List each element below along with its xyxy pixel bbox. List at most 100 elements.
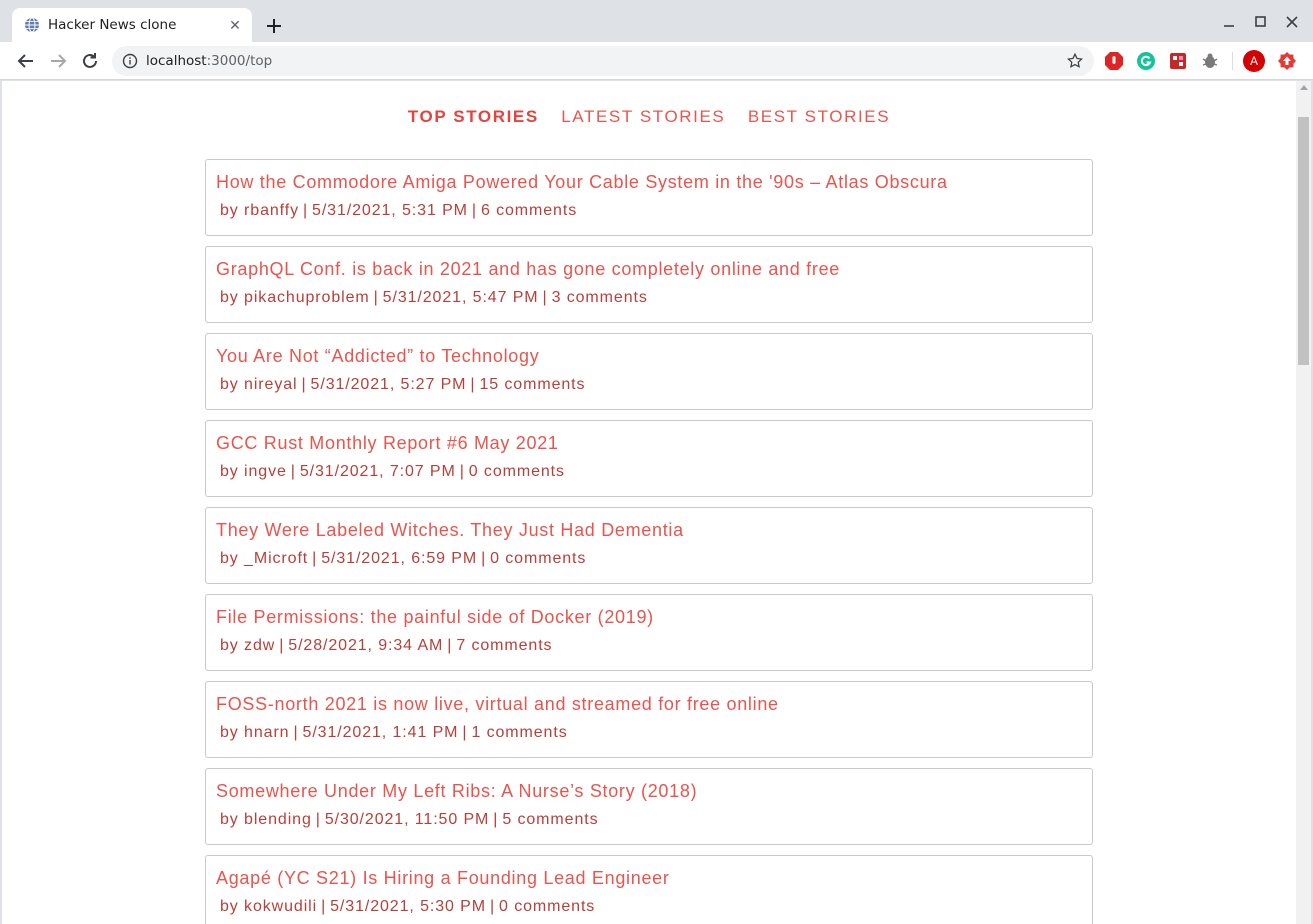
bookmark-star-icon[interactable] (1066, 52, 1084, 70)
story-author: by hnarn (220, 724, 290, 741)
scroll-up-arrow-icon[interactable] (1300, 85, 1308, 90)
meta-separator: | (493, 811, 499, 828)
story-card: You Are Not “Addicted” to Technology by … (205, 333, 1093, 410)
url-text: localhost:3000/top (146, 53, 272, 69)
story-card: How the Commodore Amiga Powered Your Cab… (205, 159, 1093, 236)
url-path: :3000/top (206, 53, 273, 69)
story-nav: TOP STORIES LATEST STORIES BEST STORIES (2, 107, 1296, 127)
story-author: by zdw (220, 637, 276, 654)
back-icon[interactable] (14, 49, 38, 73)
story-author: by blending (220, 811, 312, 828)
info-icon[interactable] (122, 53, 138, 69)
meta-separator: | (302, 202, 309, 219)
story-comments: 0 comments (490, 550, 587, 567)
meta-separator: | (542, 289, 548, 306)
meta-separator: | (470, 376, 476, 393)
bug-extension-icon[interactable] (1200, 51, 1220, 71)
story-time: 5/31/2021, 5:31 PM (312, 202, 468, 219)
story-title-link[interactable]: GraphQL Conf. is back in 2021 and has go… (216, 259, 1082, 280)
maximize-icon[interactable] (1249, 10, 1273, 34)
grammarly-extension-icon[interactable] (1136, 51, 1156, 71)
nav-top-stories[interactable]: TOP STORIES (408, 107, 539, 127)
story-card: FOSS-north 2021 is now live, virtual and… (205, 681, 1093, 758)
adblock-extension-icon[interactable] (1104, 51, 1124, 71)
story-author: by nireyal (220, 376, 298, 393)
meta-separator: | (373, 289, 379, 306)
story-time: 5/31/2021, 6:59 PM (321, 550, 478, 567)
story-time: 5/31/2021, 5:30 PM (330, 898, 486, 915)
story-time: 5/31/2021, 5:47 PM (382, 289, 539, 306)
story-comments: 3 comments (551, 289, 648, 306)
story-meta: by kokwudili | 5/31/2021, 5:30 PM | 0 commen… (216, 898, 1082, 916)
story-title-link[interactable]: You Are Not “Addicted” to Technology (216, 346, 1082, 367)
meta-separator: | (301, 376, 307, 393)
story-meta: by rbanffy | 5/31/2021, 5:31 PM | 6 comments (216, 202, 1082, 220)
story-title-link[interactable]: File Permissions: the painful side of Do… (216, 607, 1082, 628)
story-card: File Permissions: the painful side of Do… (205, 594, 1093, 671)
meta-separator: | (312, 550, 318, 567)
globe-icon (25, 17, 39, 33)
minimize-icon[interactable] (1217, 10, 1241, 34)
meta-separator: | (290, 463, 296, 480)
close-tab-icon[interactable]: ✕ (226, 16, 244, 34)
story-meta: by zdw | 5/28/2021, 9:34 AM | 7 comments (216, 637, 1082, 655)
story-list: How the Commodore Amiga Powered Your Cab… (205, 159, 1093, 924)
meta-separator: | (459, 463, 465, 480)
browser-toolbar: localhost:3000/top A (0, 42, 1313, 80)
story-meta: by _Microft | 5/31/2021, 6:59 PM | 0 comment… (216, 550, 1082, 568)
story-comments: 6 comments (480, 202, 578, 219)
story-title-link[interactable]: Agapé (YC S21) Is Hiring a Founding Lead… (216, 868, 1082, 889)
meta-separator: | (489, 898, 496, 915)
meta-separator: | (462, 724, 468, 741)
screenshot-extension-icon[interactable] (1168, 51, 1188, 71)
extension-red-icon[interactable] (1277, 51, 1297, 71)
page-viewport: TOP STORIES LATEST STORIES BEST STORIES … (2, 81, 1296, 924)
story-title-link[interactable]: FOSS-north 2021 is now live, virtual and… (216, 694, 1082, 715)
meta-separator: | (481, 550, 487, 567)
story-title-link[interactable]: GCC Rust Monthly Report #6 May 2021 (216, 433, 1082, 454)
meta-separator: | (293, 724, 299, 741)
meta-separator: | (279, 637, 285, 654)
meta-separator: | (447, 637, 453, 654)
close-window-icon[interactable] (1280, 10, 1304, 34)
story-title-link[interactable]: Somewhere Under My Left Ribs: A Nurse’s … (216, 781, 1082, 802)
meta-separator: | (315, 811, 321, 828)
story-time: 5/28/2021, 9:34 AM (288, 637, 444, 654)
nav-best-stories[interactable]: BEST STORIES (748, 107, 890, 127)
address-bar[interactable]: localhost:3000/top (112, 46, 1094, 76)
story-title-link[interactable]: They Were Labeled Witches. They Just Had… (216, 520, 1082, 541)
reload-icon[interactable] (78, 49, 102, 73)
story-meta: by ingve | 5/31/2021, 7:07 PM | 0 comments (216, 463, 1082, 481)
browser-tab[interactable]: Hacker News clone ✕ (12, 8, 252, 42)
story-meta: by hnarn | 5/31/2021, 1:41 PM | 1 comments (216, 724, 1082, 742)
toolbar-divider (1232, 52, 1233, 70)
story-meta: by blending | 5/30/2021, 11:50 PM | 5 commen… (216, 811, 1082, 829)
nav-latest-stories[interactable]: LATEST STORIES (561, 107, 725, 127)
story-author: by pikachuproblem (220, 289, 370, 306)
story-card: GraphQL Conf. is back in 2021 and has go… (205, 246, 1093, 323)
story-meta: by nireyal | 5/31/2021, 5:27 PM | 15 comment… (216, 376, 1082, 394)
profile-avatar[interactable]: A (1243, 50, 1265, 72)
story-author: by rbanffy (220, 202, 299, 219)
story-card: Agapé (YC S21) Is Hiring a Founding Lead… (205, 855, 1093, 924)
tab-title: Hacker News clone (48, 17, 177, 33)
story-author: by ingve (220, 463, 287, 480)
story-title-link[interactable]: How the Commodore Amiga Powered Your Cab… (216, 172, 1082, 193)
story-time: 5/30/2021, 11:50 PM (324, 811, 490, 828)
meta-separator: | (471, 202, 477, 219)
story-comments: 0 comments (499, 898, 596, 915)
story-comments: 1 comments (471, 724, 568, 741)
new-tab-icon[interactable] (262, 14, 286, 38)
story-comments: 5 comments (502, 811, 599, 828)
forward-icon[interactable] (46, 49, 70, 73)
story-card: They Were Labeled Witches. They Just Had… (205, 507, 1093, 584)
url-host: localhost (146, 53, 207, 69)
vertical-scrollbar[interactable] (1296, 81, 1311, 924)
story-card: GCC Rust Monthly Report #6 May 2021 by i… (205, 420, 1093, 497)
story-card: Somewhere Under My Left Ribs: A Nurse’s … (205, 768, 1093, 845)
scrollbar-thumb[interactable] (1298, 117, 1309, 365)
tab-strip: Hacker News clone ✕ (0, 0, 1313, 42)
story-time: 5/31/2021, 7:07 PM (299, 463, 456, 480)
story-comments: 0 comments (468, 463, 565, 480)
story-comments: 15 comments (479, 376, 586, 393)
